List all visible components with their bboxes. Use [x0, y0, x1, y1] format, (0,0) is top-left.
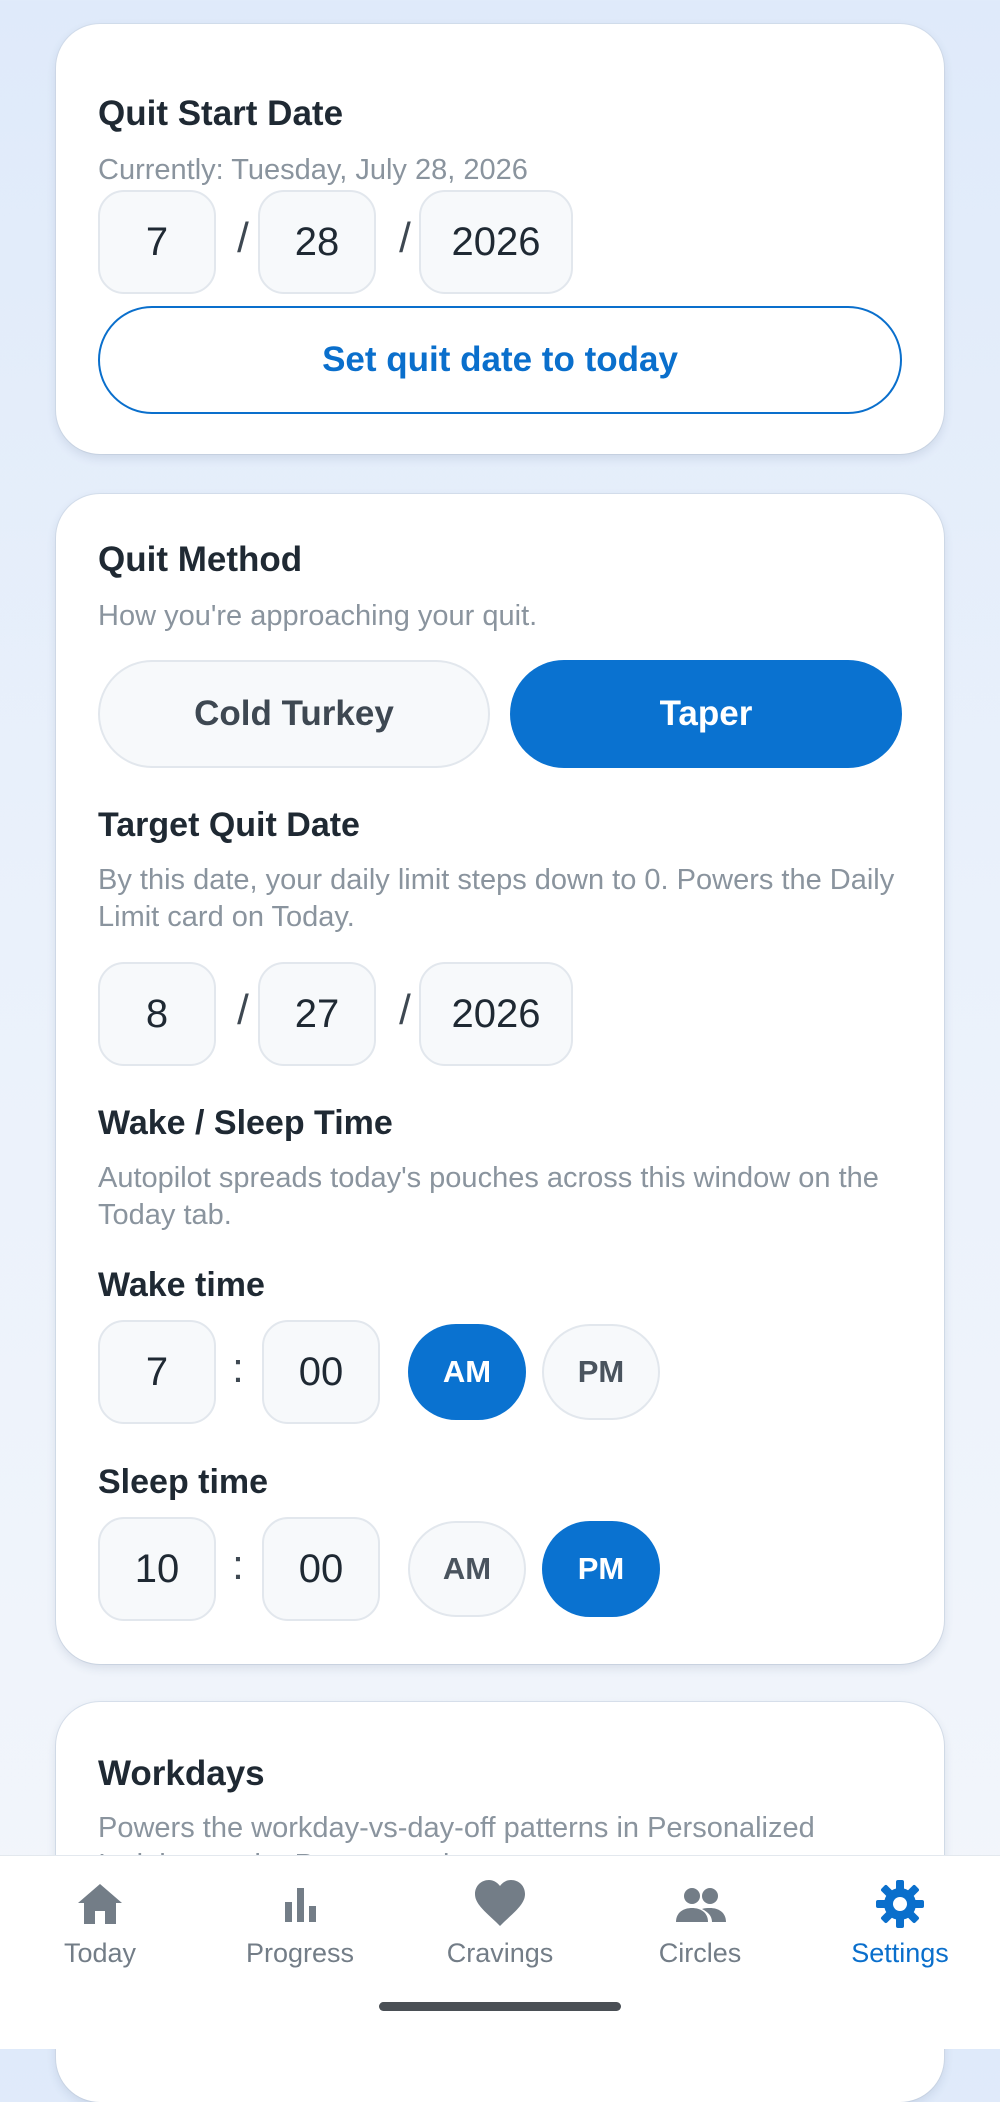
tab-settings[interactable]: Settings [800, 1876, 1000, 1969]
home-icon [78, 1884, 122, 1924]
taper-option[interactable]: Taper [510, 660, 902, 768]
sleep-am-toggle[interactable]: AM [408, 1521, 526, 1617]
date-separator: / [237, 214, 249, 261]
sleep-time-label: Sleep time [98, 1463, 269, 1501]
target-year-field[interactable]: 2026 [419, 962, 573, 1066]
tab-progress[interactable]: Progress [200, 1876, 400, 1969]
quit-method-subtitle: How you're approaching your quit. [98, 600, 538, 632]
tab-label: Progress [245, 1938, 355, 1968]
sleep-pm-toggle[interactable]: PM [542, 1521, 660, 1617]
wake-pm-toggle[interactable]: PM [542, 1324, 660, 1420]
date-separator: / [399, 214, 411, 261]
workdays-title: Workdays [98, 1754, 265, 1793]
tab-label: Cravings [446, 1938, 554, 1968]
quit-start-day-field[interactable]: 28 [258, 190, 376, 294]
tab-cravings[interactable]: Cravings [400, 1876, 600, 1969]
quit-start-card: Quit Start Date Currently: Tuesday, July… [56, 24, 944, 454]
target-quit-date-subtitle: By this date, your daily limit steps dow… [98, 864, 895, 933]
people-icon [676, 1888, 726, 1922]
quit-start-month-field[interactable]: 7 [98, 190, 216, 294]
target-day-field[interactable]: 27 [258, 962, 376, 1066]
tab-label: Circles [658, 1938, 742, 1968]
wake-sleep-subtitle: Autopilot spreads today's pouches across… [98, 1162, 879, 1231]
date-separator: / [399, 986, 411, 1033]
home-indicator [379, 2002, 621, 2011]
time-colon: : [232, 1541, 244, 1588]
wake-sleep-title: Wake / Sleep Time [98, 1104, 393, 1142]
heart-icon [475, 1880, 525, 1926]
quit-start-year-field[interactable]: 2026 [419, 190, 573, 294]
sleep-hour-field[interactable]: 10 [98, 1517, 216, 1621]
wake-minute-field[interactable]: 00 [262, 1320, 380, 1424]
quit-start-title: Quit Start Date [98, 94, 344, 133]
bottom-tab-bar: Today Progress Cravings Circles Settings [0, 1855, 1000, 2049]
quit-start-current: Currently: Tuesday, July 28, 2026 [98, 154, 528, 186]
gear-icon [876, 1880, 924, 1928]
target-quit-date-title: Target Quit Date [98, 806, 360, 844]
quit-method-card: Quit Method How you're approaching your … [56, 494, 944, 1664]
quit-method-title: Quit Method [98, 540, 303, 579]
bar-chart-icon [285, 1888, 316, 1922]
wake-hour-field[interactable]: 7 [98, 1320, 216, 1424]
target-month-field[interactable]: 8 [98, 962, 216, 1066]
cold-turkey-option[interactable]: Cold Turkey [98, 660, 490, 768]
tab-label: Settings [851, 1938, 949, 1968]
wake-am-toggle[interactable]: AM [408, 1324, 526, 1420]
set-quit-date-today-button[interactable]: Set quit date to today [98, 306, 902, 414]
tab-circles[interactable]: Circles [600, 1876, 800, 1969]
date-separator: / [237, 986, 249, 1033]
wake-time-label: Wake time [98, 1266, 265, 1304]
tab-label: Today [63, 1938, 137, 1968]
tab-today[interactable]: Today [0, 1876, 200, 1969]
time-colon: : [232, 1344, 244, 1391]
sleep-minute-field[interactable]: 00 [262, 1517, 380, 1621]
